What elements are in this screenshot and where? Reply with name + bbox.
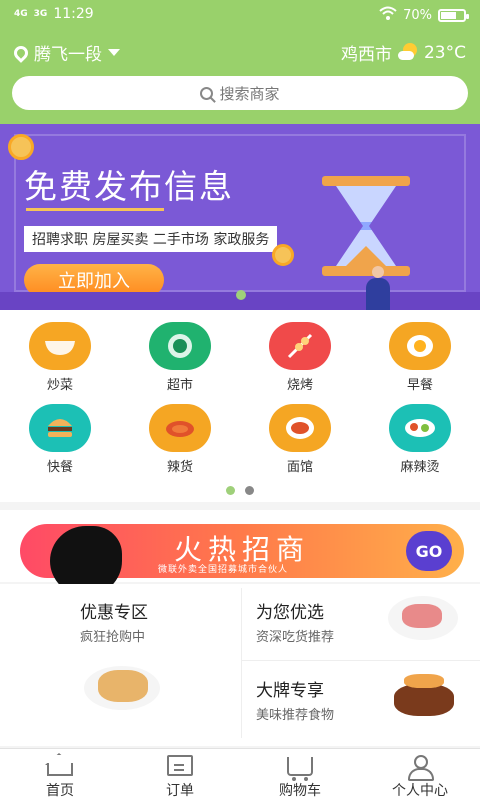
feature-title: 大牌专享 bbox=[256, 681, 324, 701]
recruit-promo[interactable]: 火热招商 微联外卖全国招募城市合伙人 GO bbox=[0, 510, 480, 596]
grilled-meat-icon bbox=[388, 670, 460, 720]
category-item[interactable]: 早餐 bbox=[360, 322, 480, 406]
promo-pill[interactable]: 火热招商 微联外卖全国招募城市合伙人 GO bbox=[20, 524, 464, 596]
tab-label: 购物车 bbox=[279, 783, 321, 799]
bowl-icon bbox=[29, 322, 91, 370]
food-plate-icon bbox=[84, 666, 160, 710]
tab-label: 首页 bbox=[46, 783, 74, 799]
app-header: 4G 3G 11:29 70% 腾飞一段 鸡西市 23°C 搜索商家 bbox=[0, 0, 480, 124]
search-bar[interactable]: 搜索商家 bbox=[12, 76, 468, 110]
location-pin-icon bbox=[11, 42, 31, 63]
steak-plate-icon bbox=[388, 596, 458, 640]
tab-profile[interactable]: 个人中心 bbox=[360, 749, 480, 800]
banner-divider bbox=[26, 208, 164, 211]
tab-label: 订单 bbox=[166, 783, 194, 799]
category-label: 快餐 bbox=[46, 460, 73, 475]
clock: 11:29 bbox=[53, 6, 94, 22]
category-grid: 炒菜 超市 烧烤 早餐 快餐 辣货 面馆 麻辣烫 bbox=[0, 310, 480, 502]
category-label: 早餐 bbox=[406, 378, 433, 393]
category-label: 麻辣烫 bbox=[400, 460, 440, 475]
egg-icon bbox=[389, 322, 451, 370]
city-name: 鸡西市 bbox=[340, 45, 392, 65]
banner-page-dot bbox=[236, 290, 246, 300]
promo-subtitle: 微联外卖全国招募城市合伙人 bbox=[158, 565, 289, 575]
hourglass-illustration bbox=[322, 176, 410, 276]
location-name: 腾飞一段 bbox=[34, 45, 102, 65]
chevron-down-icon bbox=[108, 49, 120, 56]
category-item[interactable]: 超市 bbox=[120, 322, 240, 406]
feature-cards: 优惠专区 疯狂抢购中 为您优选 资深吃货推荐 大牌专享 美味推荐食物 bbox=[0, 584, 480, 746]
category-item[interactable]: 炒菜 bbox=[0, 322, 120, 406]
wifi-icon bbox=[379, 6, 397, 24]
category-label: 辣货 bbox=[166, 460, 193, 475]
hotpot-icon bbox=[389, 404, 451, 452]
go-button[interactable]: GO bbox=[406, 531, 452, 571]
category-label: 烧烤 bbox=[286, 378, 313, 393]
feature-subtitle: 资深吃货推荐 bbox=[256, 630, 335, 645]
category-pager bbox=[226, 486, 254, 495]
status-bar: 4G 3G 11:29 70% bbox=[0, 0, 480, 30]
home-icon bbox=[47, 763, 73, 776]
feature-title: 优惠专区 bbox=[80, 603, 148, 623]
burger-icon bbox=[29, 404, 91, 452]
cart-icon bbox=[287, 757, 313, 781]
temperature: 23°C bbox=[423, 42, 466, 63]
order-icon bbox=[167, 755, 193, 776]
user-icon bbox=[407, 755, 434, 781]
tab-orders[interactable]: 订单 bbox=[120, 749, 240, 800]
search-icon bbox=[200, 86, 214, 100]
network-indicator: 4G bbox=[14, 9, 28, 19]
category-item[interactable]: 辣货 bbox=[120, 404, 240, 488]
feature-subtitle: 疯狂抢购中 bbox=[80, 630, 146, 645]
bottom-tab-bar: 首页 订单 购物车 个人中心 bbox=[0, 748, 480, 800]
battery-icon bbox=[438, 8, 469, 22]
noodles-icon bbox=[269, 404, 331, 452]
category-item[interactable]: 麻辣烫 bbox=[360, 404, 480, 488]
category-label: 超市 bbox=[166, 378, 193, 393]
promo-banner[interactable]: 免费发布信息 招聘求职 房屋买卖 二手市场 家政服务 立即加入 bbox=[0, 124, 480, 310]
search-placeholder: 搜索商家 bbox=[219, 84, 280, 103]
weather-widget: 鸡西市 23°C bbox=[341, 40, 466, 65]
feature-card-discount[interactable]: 优惠专区 疯狂抢购中 bbox=[0, 584, 240, 744]
coin-icon bbox=[272, 244, 294, 266]
category-label: 面馆 bbox=[286, 460, 313, 475]
category-item[interactable]: 快餐 bbox=[0, 404, 120, 488]
pager-dot[interactable] bbox=[245, 486, 254, 495]
feature-card-brand[interactable]: 大牌专享 美味推荐食物 bbox=[242, 662, 480, 744]
banner-title: 免费发布信息 bbox=[24, 167, 234, 206]
category-item[interactable]: 面馆 bbox=[240, 404, 360, 488]
feature-card-picks[interactable]: 为您优选 资深吃货推荐 bbox=[242, 584, 480, 660]
banner-tags: 招聘求职 房屋买卖 二手市场 家政服务 bbox=[24, 226, 278, 252]
feature-subtitle: 美味推荐食物 bbox=[256, 708, 335, 723]
category-item[interactable]: 烧烤 bbox=[240, 322, 360, 406]
feature-title: 为您优选 bbox=[256, 603, 324, 623]
category-label: 炒菜 bbox=[46, 378, 73, 393]
vegetable-icon bbox=[149, 322, 211, 370]
crayfish-icon bbox=[149, 404, 211, 452]
coin-icon bbox=[8, 134, 34, 160]
person-illustration bbox=[366, 266, 390, 310]
divider bbox=[242, 660, 480, 661]
battery-percent: 70% bbox=[403, 7, 432, 23]
tab-label: 个人中心 bbox=[392, 783, 448, 799]
pager-dot-active[interactable] bbox=[226, 486, 235, 495]
location-selector[interactable]: 腾飞一段 bbox=[11, 40, 120, 65]
skewer-icon bbox=[269, 322, 331, 370]
partly-cloudy-icon bbox=[397, 42, 418, 63]
tab-cart[interactable]: 购物车 bbox=[240, 749, 360, 800]
tab-home[interactable]: 首页 bbox=[0, 749, 120, 800]
network-indicator-2: 3G bbox=[33, 9, 48, 19]
